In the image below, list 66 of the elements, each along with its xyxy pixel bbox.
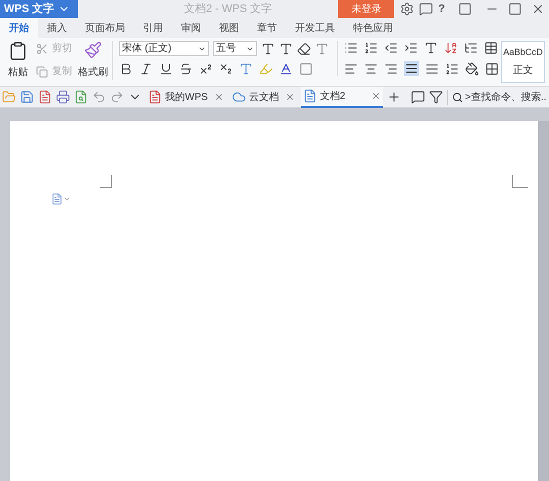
document-tab[interactable]: 我的WPS <box>146 86 226 108</box>
close-tab-icon[interactable] <box>214 92 224 102</box>
copy-icon <box>36 66 48 78</box>
shading-icon[interactable] <box>465 62 479 76</box>
indent-decrease-icon[interactable] <box>384 41 398 55</box>
help-button[interactable]: ? <box>438 0 445 18</box>
numbered-list-icon[interactable] <box>364 41 378 55</box>
style-preview: AaBbCcD <box>503 46 543 59</box>
font-size-field[interactable]: 五号 <box>213 41 257 56</box>
app-menu-button[interactable]: WPS 文字 <box>0 0 78 18</box>
paintbrush-icon[interactable] <box>84 41 102 59</box>
ribbon-tab[interactable]: 开发工具 <box>286 18 344 38</box>
align-left-icon[interactable] <box>344 62 358 76</box>
close-tab-icon[interactable] <box>371 91 381 101</box>
search-field[interactable]: >查找命令、搜索... <box>447 90 547 104</box>
ribbon-tab[interactable]: 视图 <box>210 18 248 38</box>
border-icon[interactable] <box>485 62 499 76</box>
search-icon <box>452 92 463 102</box>
margin-corner <box>100 175 112 188</box>
close-icon[interactable] <box>531 2 545 16</box>
margin-corner <box>512 175 528 188</box>
ribbon-tab[interactable]: 审阅 <box>172 18 210 38</box>
strikethrough-icon[interactable] <box>179 62 193 76</box>
underline-icon[interactable] <box>159 62 173 76</box>
ribbon-tab[interactable]: 页面布局 <box>76 18 134 38</box>
ribbon-tab[interactable]: 章节 <box>248 18 286 38</box>
ribbon-tab[interactable]: 特色应用 <box>344 18 402 38</box>
font-field[interactable]: 宋体 (正文) <box>119 41 209 56</box>
style-name: 正文 <box>513 64 533 78</box>
document-tab-label: 我的WPS <box>165 90 208 104</box>
message-icon[interactable] <box>419 2 434 16</box>
clear-format-icon[interactable] <box>297 42 311 56</box>
comment-icon[interactable] <box>411 90 425 104</box>
ribbon-tab[interactable]: 插入 <box>38 18 76 38</box>
document-tab-label: 云文档 <box>248 90 279 104</box>
document-tab-label: 文档2 <box>320 90 346 104</box>
justify-button[interactable] <box>404 61 419 76</box>
cloud-icon[interactable] <box>232 90 246 104</box>
save-icon[interactable] <box>20 90 34 104</box>
document-icon[interactable] <box>302 89 317 103</box>
window-title: 文档2 - WPS 文字 <box>184 2 272 17</box>
subscript-icon[interactable] <box>219 62 233 76</box>
ribbon-tab[interactable]: 引用 <box>134 18 172 38</box>
style-gallery[interactable]: AaBbCcD 正文 <box>501 41 545 83</box>
italic-icon[interactable] <box>139 62 153 76</box>
align-center-icon[interactable] <box>364 62 378 76</box>
superscript-icon[interactable] <box>199 62 213 76</box>
table-icon[interactable] <box>484 41 498 55</box>
indent-increase-icon[interactable] <box>404 41 418 55</box>
scrollbar[interactable] <box>538 121 549 481</box>
ribbon-tab[interactable]: 开始 <box>0 18 38 38</box>
format-painter-button[interactable]: 格式刷 <box>78 65 108 80</box>
paste-icon[interactable] <box>8 41 28 61</box>
bold-icon[interactable] <box>119 62 133 76</box>
preview-icon[interactable] <box>74 90 88 104</box>
paste-button[interactable]: 粘贴 <box>8 65 28 80</box>
font-color-icon[interactable] <box>279 62 293 76</box>
scissors-icon <box>36 42 48 54</box>
new-tab-icon[interactable] <box>387 90 401 104</box>
align-right-icon[interactable] <box>384 62 398 76</box>
document-tab[interactable]: 文档2 <box>300 86 383 108</box>
sort-icon[interactable] <box>444 41 458 55</box>
document-tab[interactable]: 云文档 <box>230 86 297 108</box>
print-icon[interactable] <box>56 90 70 104</box>
maximize-icon[interactable] <box>508 2 522 16</box>
close-tab-icon[interactable] <box>284 92 295 102</box>
